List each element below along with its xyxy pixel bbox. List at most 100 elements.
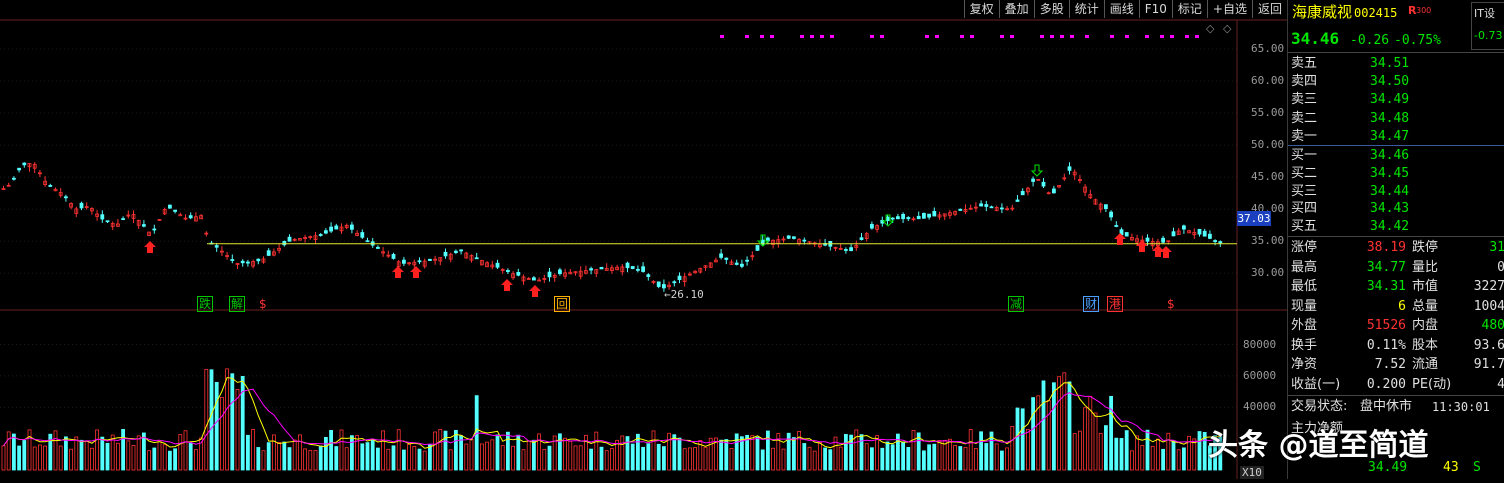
volume-bar [193,449,198,471]
candle-body [1015,199,1020,202]
stat-value: 7.52 [1374,357,1406,372]
toolbar-item[interactable]: 复权 [963,0,999,18]
volume-bar [760,449,765,471]
volume-bar [578,445,583,471]
volume-bar [958,446,963,471]
volume-bar [984,443,989,471]
stat-label: 净资 [1291,357,1318,372]
volume-bar [386,448,391,471]
toolbar-item[interactable]: F10 [1138,0,1172,18]
candle-body [932,210,937,217]
candle-body [360,232,365,238]
volume-bar [162,444,167,471]
candle-body [505,270,510,273]
candle-body [1031,178,1035,182]
toolbar-item[interactable]: 标记 [1171,0,1207,18]
candle-body [375,246,380,249]
toolbar-item[interactable]: 返回 [1251,0,1287,18]
signal-marker [1145,35,1149,38]
ask-label: 卖四 [1291,74,1318,90]
bid-price: 34.46 [1370,148,1410,163]
kline-chart-area[interactable] [0,0,1287,479]
candle-body [672,281,677,284]
volume-bar [256,447,261,471]
volume-bar [1031,397,1035,471]
price-axis-label: 35.00 [1251,234,1285,248]
related-sector-change: -0.73 [1474,29,1503,42]
volume-bar [558,433,562,471]
toolbar-item[interactable]: 多股 [1033,0,1069,18]
volume-bar [818,441,822,471]
last-price: 34.46 [1291,29,1340,48]
stat-value: 480 [1481,318,1504,333]
candle-body [630,266,635,269]
volume-multiplier: X10 [1240,466,1264,479]
trade-status-time: 11:30:01 [1432,400,1490,414]
volume-bar [64,436,68,471]
event-tag[interactable]: 财 [1083,296,1100,312]
volume-bar [828,449,833,471]
volume-bar [864,443,869,471]
candlestick-chart[interactable] [0,0,1287,479]
volume-axis-label: 60000 [1243,368,1277,382]
toolbar-item[interactable]: 叠加 [998,0,1034,18]
volume-bar [245,434,250,471]
volume-bar [360,443,365,471]
collapse-icon[interactable]: ◇ [1223,22,1231,35]
volume-bar [505,431,510,471]
candle-body [79,202,84,209]
volume-bar [974,448,978,471]
event-tag[interactable]: 减 [1008,296,1025,312]
volume-bar [323,436,328,471]
volume-bar [32,446,37,471]
candle-body [516,271,521,276]
volume-bar [22,440,27,471]
volume-bar [734,433,739,471]
chart-toolbar: 复权 叠加 多股 统计 画线 F10 标记 +自选 返回 [963,0,1287,19]
volume-bar [1140,445,1145,471]
candle-body [636,268,640,271]
expand-icon[interactable]: ◇ [1206,22,1214,35]
volume-bar [1062,372,1067,471]
volume-bar [1161,448,1165,471]
volume-bar [100,436,105,471]
buy-arrow-icon [1160,246,1172,258]
candle-body [724,257,729,260]
candle-body [188,215,193,219]
volume-bar [708,437,713,471]
ask-price: 34.51 [1370,56,1410,71]
candle-body [323,230,328,234]
event-tag[interactable]: $ [257,296,269,312]
volume-bar [235,388,240,471]
candle-body [656,281,661,287]
volume-bar [1020,408,1025,471]
buy-arrow-icon [410,266,422,278]
event-tag[interactable]: 港 [1107,296,1124,312]
toolbar-item[interactable]: 画线 [1103,0,1139,18]
stat-label: 市值 [1412,279,1439,294]
volume-bar [204,368,209,471]
volume-bar [292,439,297,471]
volume-bar [511,445,516,471]
volume-bar [620,435,625,471]
candle-body [349,224,354,230]
volume-bar [568,440,573,471]
volume-bar [703,446,708,471]
volume-bar [1130,450,1134,471]
price-axis-label: 45.00 [1251,170,1285,184]
event-tag[interactable]: $ [1165,296,1177,312]
volume-bar [1182,447,1186,471]
volume-bar [927,444,931,471]
candle-body [245,261,250,264]
toolbar-item[interactable]: 统计 [1068,0,1104,18]
volume-bar [880,447,885,471]
candle-body [365,240,370,243]
event-tag[interactable]: 回 [554,296,571,312]
volume-bar [1046,400,1051,471]
event-tag[interactable]: 解 [229,296,246,312]
event-tag[interactable]: 跌 [197,296,214,312]
toolbar-item[interactable]: +自选 [1206,0,1252,18]
related-sector-box[interactable]: IT设 -0.73 [1471,2,1504,50]
volume-bar [750,435,755,471]
volume-bar [610,448,614,471]
